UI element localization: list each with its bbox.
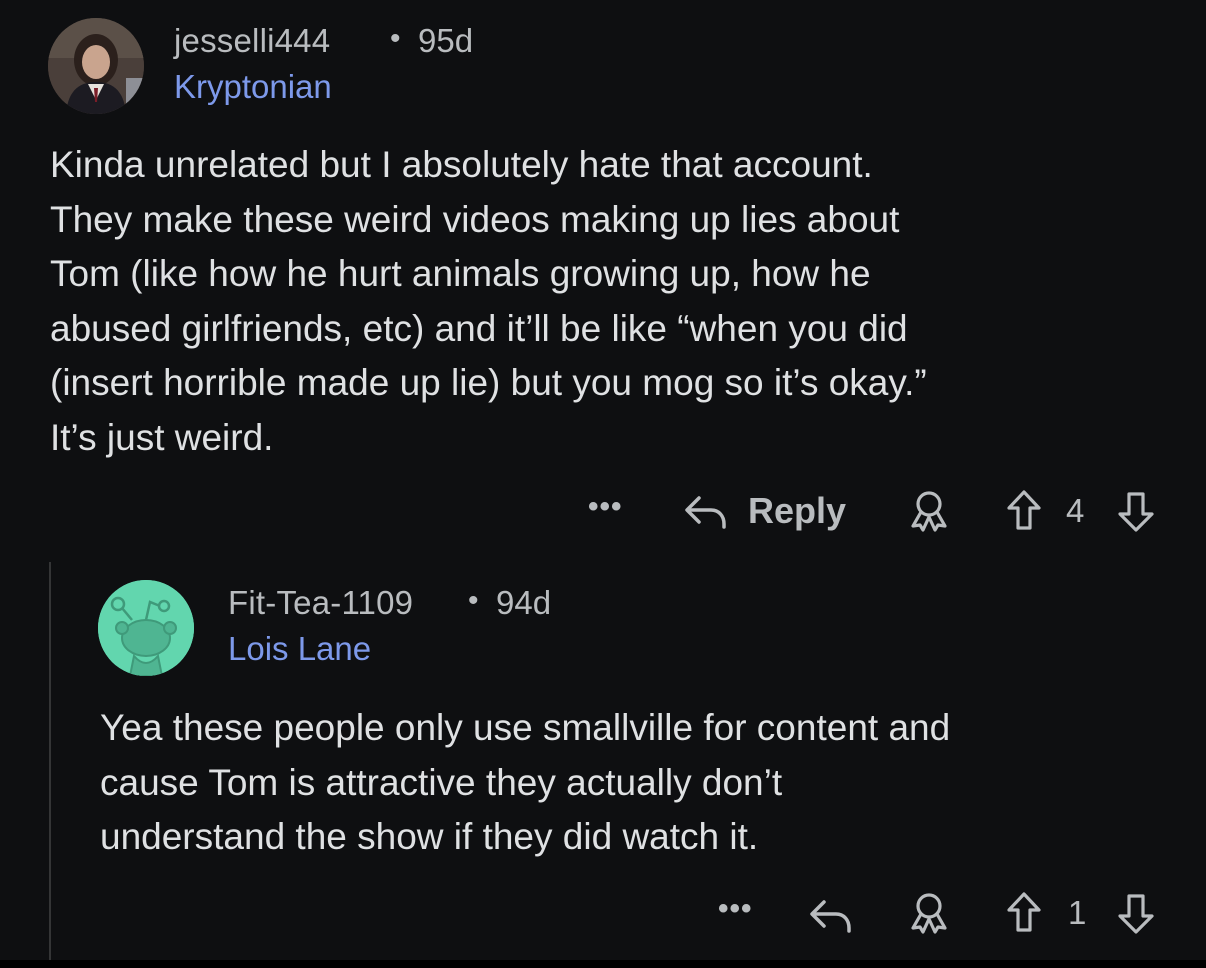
- vote-score: 1: [1068, 894, 1087, 931]
- reply-icon[interactable]: [808, 894, 852, 934]
- comment-body-line: Yea these people only use smallville for…: [100, 707, 951, 748]
- comment-body-line: understand the show if they did watch it…: [100, 816, 759, 857]
- bottom-divider: [0, 960, 1206, 968]
- meta-separator: •: [468, 584, 479, 617]
- snoo-avatar-icon: [98, 580, 194, 676]
- username[interactable]: Fit-Tea-1109: [228, 584, 413, 622]
- more-options-button[interactable]: •••: [718, 892, 753, 926]
- meta-separator: •: [390, 22, 401, 55]
- comment: jesselli444 • 95d Kryptonian Kinda unrel…: [0, 0, 1206, 560]
- comment-body-line: It’s just weird.: [50, 416, 274, 458]
- downvote-icon[interactable]: [1116, 893, 1156, 935]
- upvote-icon[interactable]: [1006, 891, 1042, 933]
- comment-actions: ••• 1: [0, 888, 1206, 936]
- user-flair: Kryptonian: [174, 68, 332, 105]
- comment-body-line: abused girlfriends, etc) and it’ll be li…: [50, 307, 908, 349]
- comment-body-line: cause Tom is attractive they actually do…: [100, 761, 783, 803]
- comment-body-line: (insert horrible made up lie) but you mo…: [50, 362, 927, 403]
- downvote-icon[interactable]: [1116, 491, 1156, 533]
- comment-actions: ••• Reply 4: [0, 486, 1206, 534]
- comment-age: 94d: [496, 584, 552, 621]
- comment-body-line: They make these weird videos making up l…: [50, 198, 900, 240]
- comment-body: Kinda unrelated but I absolutely hate th…: [50, 138, 927, 465]
- user-avatar[interactable]: [98, 580, 194, 676]
- comment-body-line: Tom (like how he hurt animals growing up…: [50, 253, 871, 294]
- comment-body-line: Kinda unrelated but I absolutely hate th…: [50, 144, 873, 185]
- reply-icon[interactable]: [683, 490, 727, 530]
- user-photo-avatar-icon: [48, 18, 144, 114]
- vote-score: 4: [1066, 492, 1085, 529]
- user-avatar[interactable]: [48, 18, 144, 114]
- reply-button[interactable]: Reply: [748, 490, 846, 532]
- user-flair: Lois Lane: [228, 630, 372, 667]
- award-icon[interactable]: [905, 892, 953, 934]
- award-icon[interactable]: [905, 490, 953, 532]
- upvote-icon[interactable]: [1006, 489, 1042, 531]
- comment-age: 95d: [418, 22, 474, 59]
- reply-comment: Fit-Tea-1109 • 94d Lois Lane Yea these p…: [0, 560, 1206, 968]
- more-options-button[interactable]: •••: [588, 490, 623, 524]
- comment-body: Yea these people only use smallville for…: [100, 701, 950, 865]
- username[interactable]: jesselli444: [174, 22, 330, 60]
